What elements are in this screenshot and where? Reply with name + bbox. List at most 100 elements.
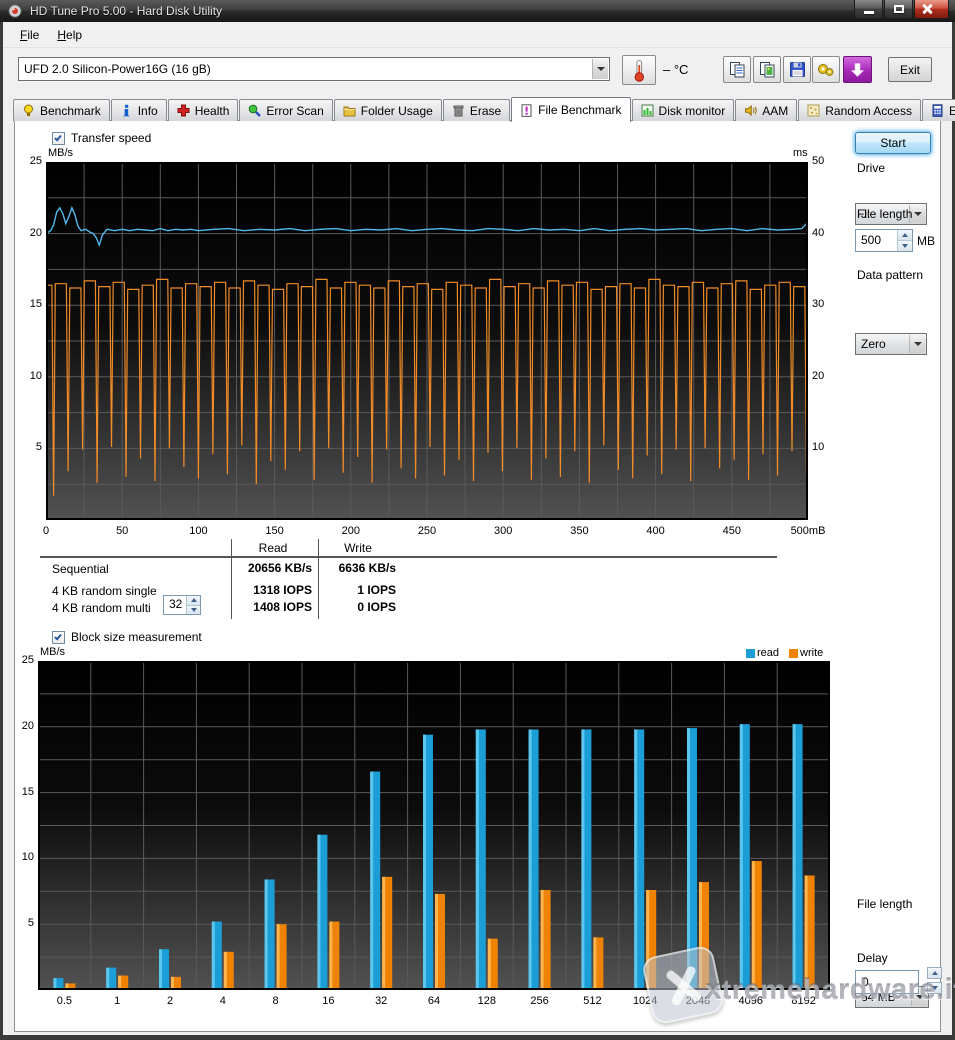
tab-folder-usage[interactable]: Folder Usage [334,99,442,121]
results-row-random-multi-label: 4 KB random multi [52,601,151,615]
tab-info[interactable]: Info [111,99,167,121]
spin-up-button[interactable] [187,596,200,606]
read-legend-swatch [746,649,755,658]
spin-down-button[interactable] [187,606,200,615]
tick-label: 40 [812,227,836,239]
thermometer-icon [633,59,646,82]
info-icon [120,104,133,117]
tick-label: 250 [402,525,452,537]
tick-label: 5 [20,441,42,453]
transfer-speed-chart [46,162,808,520]
save-button[interactable] [783,56,811,83]
magnifier-icon [248,104,261,117]
data-pattern-dropdown-button[interactable] [909,335,925,353]
tab-error-scan[interactable]: Error Scan [239,99,332,121]
minimize-icon [864,11,874,14]
tick-label: 32 [351,995,411,1007]
exit-button-label: Exit [900,63,920,77]
maximize-button[interactable] [884,0,913,19]
tick-label: 25 [20,155,42,167]
tab-label: File Benchmark [538,103,621,117]
delay-value: 0 [862,975,869,989]
arrow-up-icon [902,233,908,237]
drive-select-combo[interactable]: UFD 2.0 Silicon-Power16G (16 gB) [18,57,610,81]
results-random-multi-write: 0 IOPS [300,600,396,614]
tick-label: 2 [140,995,200,1007]
tick-label: 8 [246,995,306,1007]
copy-image-button[interactable] [753,56,781,83]
transfer-chart-right-unit: ms [793,147,808,159]
exit-button[interactable]: Exit [888,57,932,82]
tick-label: 256 [510,995,570,1007]
data-pattern-combo[interactable]: Zero [855,333,927,355]
file-length-unit: MB [917,234,935,248]
copy-text-button[interactable] [723,56,751,83]
tick-label: 1 [87,995,147,1007]
block-size-label: Block size measurement [71,630,202,644]
tab-erase[interactable]: Erase [443,99,510,121]
window-title: HD Tune Pro 5.00 - Hard Disk Utility [30,4,222,18]
title-bar[interactable]: HD Tune Pro 5.00 - Hard Disk Utility [0,0,955,22]
block-size-checkbox[interactable]: Block size measurement [52,630,202,644]
tab-label: Disk monitor [659,104,726,118]
tab-benchmark[interactable]: Benchmark [13,99,110,121]
folder-icon [343,104,356,117]
tab-aam[interactable]: AAM [735,99,797,121]
options-button[interactable] [812,56,840,83]
minimize-button[interactable] [854,0,883,19]
temperature-button[interactable] [622,55,656,85]
maximize-icon [894,5,904,13]
tab-file-benchmark[interactable]: File Benchmark [511,97,630,122]
tick-label: 16 [298,995,358,1007]
delay-input[interactable]: 0 [855,970,919,994]
legend-write: write [789,647,823,659]
tab-label: Random Access [825,104,912,118]
tab-disk-monitor[interactable]: Disk monitor [632,99,735,121]
menu-file[interactable]: File [11,25,48,45]
file-length-spinner[interactable]: 500 [855,229,913,252]
close-button[interactable] [914,0,949,19]
tick-label: 0.5 [34,995,94,1007]
drive-select-dropdown-button[interactable] [592,59,608,79]
results-random-single-write: 1 IOPS [300,583,396,597]
arrow-down-icon [191,608,197,612]
delay-spin-down-button[interactable] [927,982,942,994]
save-icon [789,61,806,78]
tick-label: 50 [97,525,147,537]
spin-up-button[interactable] [898,230,912,241]
tick-label: 20 [20,227,42,239]
queue-depth-spinner[interactable]: 32 [163,595,201,615]
menu-help[interactable]: Help [48,25,91,45]
gears-icon [817,62,835,78]
tab-health[interactable]: Health [168,99,239,121]
tab-extra-tests[interactable]: Extra tests [922,99,955,121]
spin-down-button[interactable] [898,241,912,251]
tick-label: 2048 [668,995,728,1007]
arrow-down-icon [932,986,938,990]
legend-read-label: read [757,647,779,659]
results-row-random-single-label: 4 KB random single [52,584,157,598]
data-pattern-label: Data pattern [857,268,923,282]
calculator-icon [931,104,944,117]
checkbox-checked-icon [52,631,65,644]
copy-image-icon [759,61,776,78]
start-button[interactable]: Start [855,132,931,154]
chevron-down-icon [914,212,922,216]
tab-label: Error Scan [266,104,323,118]
tick-label: 10 [12,851,34,863]
tab-label: Health [195,104,230,118]
drive-label: Drive [857,161,885,175]
chevron-down-icon [597,67,605,71]
update-button[interactable] [843,56,872,83]
checkbox-checked-icon [52,132,65,145]
lightbulb-icon [22,104,35,117]
results-random-multi-read: 1408 IOPS [200,600,312,614]
tab-random-access[interactable]: Random Access [798,99,921,121]
block-chart-unit: MB/s [40,646,65,658]
tab-strip: Benchmark Info Health Error Scan Folder … [13,96,955,121]
legend-read: read [746,647,779,659]
delay-spin-up-button[interactable] [927,967,942,979]
tick-label: 500mB [783,525,833,537]
transfer-speed-checkbox[interactable]: Transfer speed [52,131,151,145]
tab-label: AAM [762,104,788,118]
